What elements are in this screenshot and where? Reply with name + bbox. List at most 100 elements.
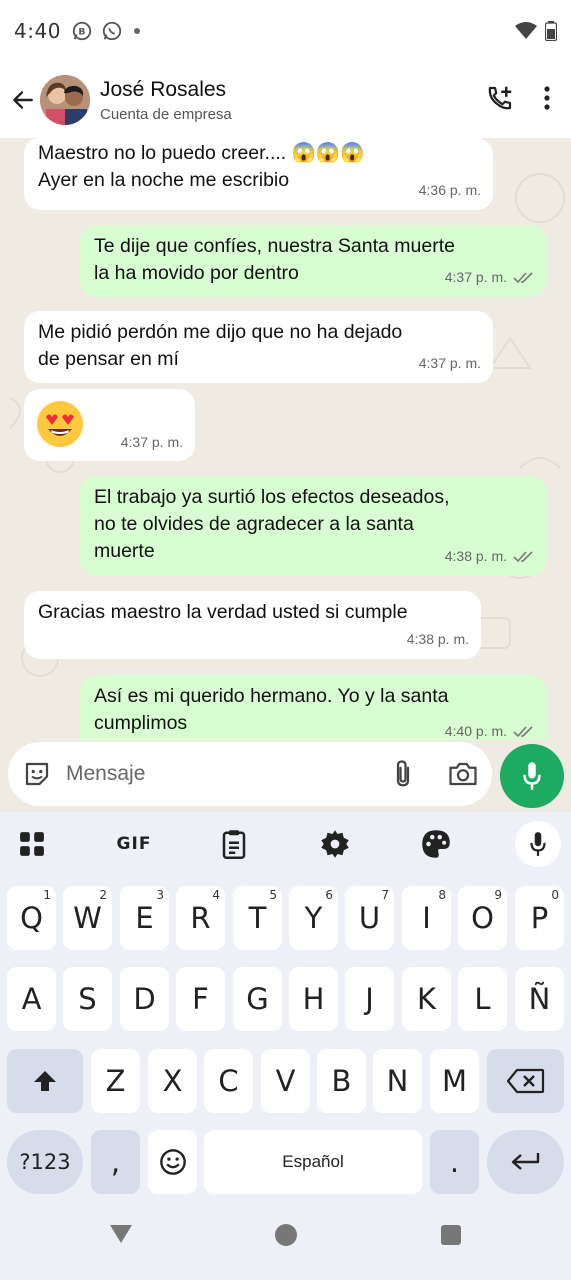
system-nav-bar bbox=[0, 1198, 571, 1280]
space-bar[interactable]: Español bbox=[204, 1130, 422, 1194]
attach-icon bbox=[396, 760, 410, 787]
key-b[interactable]: B bbox=[317, 1049, 366, 1113]
key-m[interactable]: M bbox=[430, 1049, 479, 1113]
shift-key[interactable] bbox=[7, 1049, 83, 1113]
message-bubble-in[interactable]: Gracias maestro la verdad usted si cumpl… bbox=[24, 591, 481, 659]
contact-subtitle: Cuenta de empresa bbox=[100, 105, 232, 123]
key-label: Q bbox=[20, 901, 43, 935]
key-g[interactable]: G bbox=[233, 967, 282, 1031]
svg-text:B: B bbox=[78, 27, 85, 38]
message-time: 4:38 p. m. bbox=[406, 631, 469, 647]
shift-icon bbox=[34, 1071, 56, 1091]
enter-icon bbox=[511, 1153, 539, 1170]
symbols-key[interactable]: ?123 bbox=[7, 1130, 83, 1194]
key-w[interactable]: W2 bbox=[63, 886, 112, 950]
message-time: 4:37 p. m. bbox=[444, 269, 507, 285]
back-triangle-icon[interactable] bbox=[109, 1223, 133, 1245]
message-bubble-out[interactable]: Te dije que confíes, nuestra Santa muert… bbox=[80, 225, 547, 297]
key-label: W bbox=[73, 901, 102, 935]
key-h[interactable]: H bbox=[289, 967, 338, 1031]
key-s[interactable]: S bbox=[63, 967, 112, 1031]
key-d[interactable]: D bbox=[120, 967, 169, 1031]
status-time: 4:40 bbox=[14, 19, 61, 43]
message-input[interactable]: Mensaje bbox=[8, 742, 492, 806]
palette-icon bbox=[422, 830, 450, 858]
backspace-key[interactable] bbox=[487, 1049, 564, 1113]
key-t[interactable]: T5 bbox=[233, 886, 282, 950]
key-hint: 6 bbox=[325, 888, 333, 902]
voice-typing-button[interactable] bbox=[515, 821, 561, 867]
key-n[interactable]: N bbox=[373, 1049, 422, 1113]
key-k[interactable]: K bbox=[402, 967, 451, 1031]
key-hint: 4 bbox=[212, 888, 220, 902]
period-key[interactable]: . bbox=[430, 1130, 479, 1194]
key-x[interactable]: X bbox=[148, 1049, 197, 1113]
message-bubble-out[interactable]: Así es mi querido hermano. Yo y la santa… bbox=[80, 675, 547, 740]
camera-icon bbox=[449, 762, 477, 786]
key-e[interactable]: E3 bbox=[120, 886, 169, 950]
contact-name: José Rosales bbox=[100, 77, 227, 101]
key-v[interactable]: V bbox=[261, 1049, 310, 1113]
whatsapp-icon bbox=[102, 21, 122, 41]
back-button[interactable] bbox=[8, 80, 38, 120]
key-n-tilde[interactable]: Ñ bbox=[515, 967, 564, 1031]
clipboard-button[interactable] bbox=[220, 826, 248, 862]
voice-message-button[interactable] bbox=[500, 744, 564, 808]
message-bubble-out[interactable]: El trabajo ya surtió los efectos deseado… bbox=[80, 476, 547, 576]
backspace-icon bbox=[506, 1068, 544, 1094]
sticker-icon[interactable] bbox=[22, 759, 52, 789]
mic-icon bbox=[523, 762, 541, 790]
emoji-smiley-icon bbox=[159, 1149, 186, 1175]
key-j[interactable]: J bbox=[345, 967, 394, 1031]
key-label: R bbox=[190, 901, 211, 935]
apps-grid-icon bbox=[20, 832, 44, 856]
key-label: U bbox=[358, 901, 381, 935]
mic-icon bbox=[530, 832, 546, 856]
message-time: 4:38 p. m. bbox=[444, 548, 507, 564]
key-hint: 1 bbox=[43, 888, 51, 902]
settings-button[interactable] bbox=[320, 826, 350, 862]
heart-eyes-emoji-icon bbox=[37, 401, 83, 447]
key-y[interactable]: Y6 bbox=[289, 886, 338, 950]
message-bubble-in[interactable]: Me pidió perdón me dijo que no ha dejado… bbox=[24, 311, 493, 383]
dot-icon bbox=[133, 28, 140, 34]
theme-button[interactable] bbox=[420, 826, 452, 862]
more-options-button[interactable] bbox=[543, 85, 551, 115]
key-p[interactable]: P0 bbox=[515, 886, 564, 950]
home-circle-icon[interactable] bbox=[274, 1223, 298, 1247]
key-a[interactable]: A bbox=[7, 967, 56, 1031]
key-hint: 2 bbox=[99, 888, 107, 902]
message-time: 4:37 p. m. bbox=[120, 434, 183, 450]
add-call-button[interactable] bbox=[485, 83, 515, 117]
clipboard-icon bbox=[222, 830, 246, 859]
emoji-key[interactable] bbox=[148, 1130, 197, 1194]
key-hint: 0 bbox=[551, 888, 559, 902]
keyboard-toolbar: GIF bbox=[0, 812, 571, 876]
camera-button[interactable] bbox=[448, 760, 478, 788]
avatar[interactable] bbox=[40, 75, 90, 125]
key-r[interactable]: R4 bbox=[176, 886, 225, 950]
chat-area[interactable]: Maestro no lo puedo creer.... 😱😱😱 Ayer e… bbox=[0, 138, 571, 740]
key-f[interactable]: F bbox=[176, 967, 225, 1031]
recents-square-icon[interactable] bbox=[440, 1224, 462, 1246]
key-z[interactable]: Z bbox=[91, 1049, 140, 1113]
gif-button[interactable]: GIF bbox=[112, 826, 156, 862]
message-bubble-in[interactable]: 😍 4:37 p. m. bbox=[24, 389, 195, 461]
contact-info[interactable]: José Rosales Cuenta de empresa bbox=[100, 78, 232, 123]
chat-header: José Rosales Cuenta de empresa bbox=[0, 62, 571, 138]
key-q[interactable]: Q1 bbox=[7, 886, 56, 950]
key-hint: 9 bbox=[494, 888, 502, 902]
enter-key[interactable] bbox=[487, 1130, 564, 1194]
key-c[interactable]: C bbox=[204, 1049, 253, 1113]
comma-key[interactable]: , bbox=[91, 1130, 140, 1194]
key-u[interactable]: U7 bbox=[345, 886, 394, 950]
attach-button[interactable] bbox=[392, 759, 414, 789]
key-hint: 5 bbox=[269, 888, 277, 902]
read-ticks-icon bbox=[513, 271, 533, 283]
key-o[interactable]: O9 bbox=[458, 886, 507, 950]
message-time: 4:40 p. m. bbox=[444, 723, 507, 739]
key-i[interactable]: I8 bbox=[402, 886, 451, 950]
message-bubble-in[interactable]: Maestro no lo puedo creer.... 😱😱😱 Ayer e… bbox=[24, 138, 493, 210]
key-l[interactable]: L bbox=[458, 967, 507, 1031]
apps-grid-button[interactable] bbox=[18, 826, 46, 862]
